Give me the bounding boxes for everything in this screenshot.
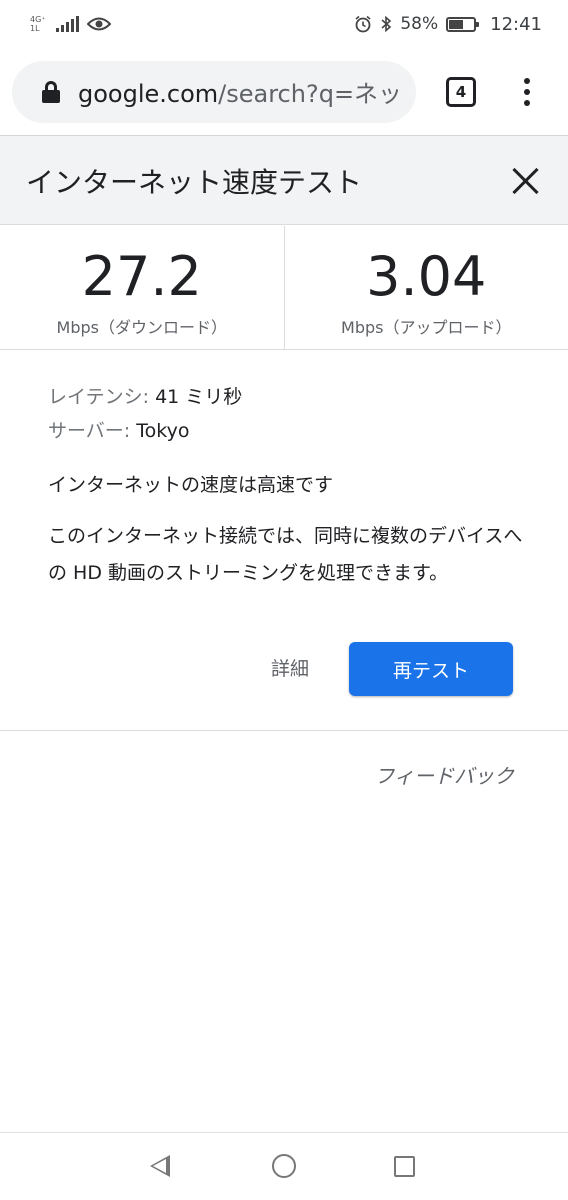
url-path: /search?q=ネット bbox=[218, 80, 398, 108]
signal-icon bbox=[55, 16, 79, 32]
status-left: 4G⁺ 1L bbox=[30, 15, 111, 33]
home-icon[interactable] bbox=[272, 1154, 296, 1178]
upload-speed: 3.04 bbox=[366, 245, 487, 308]
server-label: サーバー: bbox=[48, 420, 131, 442]
speed-summary: インターネットの速度は高速です bbox=[48, 474, 334, 496]
bluetooth-icon bbox=[381, 15, 392, 33]
tab-count: 4 bbox=[455, 82, 467, 101]
page: 4G⁺ 1L 58% 12:41 google.com/search?q=ネッ … bbox=[0, 0, 568, 1200]
network-indicator: 4G⁺ 1L bbox=[30, 15, 46, 33]
tab-switcher-button[interactable]: 4 bbox=[446, 76, 476, 107]
network-type: 4G⁺ bbox=[30, 15, 46, 24]
network-sub: 1L bbox=[30, 24, 40, 33]
speed-description: このインターネット接続では、同時に複数のデバイスへの HD 動画のストリーミング… bbox=[48, 525, 523, 584]
upload-result: 3.04 Mbps（アップロード） bbox=[283, 226, 568, 349]
latency-row: レイテンシ: 41 ミリ秒 bbox=[48, 380, 528, 414]
clock: 12:41 bbox=[490, 13, 542, 35]
url-domain: google.com bbox=[78, 80, 219, 108]
details-button[interactable]: 詳細 bbox=[271, 642, 309, 696]
alarm-icon bbox=[355, 15, 371, 33]
retest-button[interactable]: 再テスト bbox=[349, 642, 513, 696]
latency-label: レイテンシ: bbox=[48, 386, 150, 408]
card-title: インターネット速度テスト bbox=[26, 165, 363, 199]
feedback-link[interactable]: フィードバック bbox=[374, 760, 514, 789]
status-bar: 4G⁺ 1L 58% 12:41 bbox=[0, 0, 568, 48]
battery-icon bbox=[446, 16, 480, 32]
divider bbox=[0, 730, 568, 731]
back-icon[interactable] bbox=[150, 1155, 170, 1177]
latency-value: 41 ミリ秒 bbox=[155, 386, 243, 408]
card-actions: 詳細 再テスト bbox=[0, 642, 568, 696]
browser-toolbar: google.com/search?q=ネット 4 bbox=[0, 48, 568, 136]
more-menu-icon[interactable] bbox=[524, 77, 530, 106]
server-row: サーバー: Tokyo bbox=[48, 414, 528, 448]
speed-details: レイテンシ: 41 ミリ秒 サーバー: Tokyo インターネットの速度は高速で… bbox=[48, 380, 528, 592]
upload-unit: Mbps（アップロード） bbox=[341, 318, 512, 337]
download-speed: 27.2 bbox=[81, 245, 202, 308]
server-value: Tokyo bbox=[136, 420, 190, 442]
lock-icon[interactable] bbox=[42, 80, 60, 103]
battery-percent: 58% bbox=[400, 14, 439, 34]
battery-fill bbox=[449, 19, 464, 29]
navigation-bar bbox=[0, 1132, 568, 1200]
address-bar[interactable]: google.com/search?q=ネット bbox=[12, 60, 416, 123]
status-right: 58% 12:41 bbox=[354, 14, 542, 35]
eye-icon bbox=[86, 17, 111, 31]
close-icon[interactable] bbox=[512, 167, 540, 195]
recents-icon[interactable] bbox=[394, 1156, 415, 1177]
download-unit: Mbps（ダウンロード） bbox=[56, 318, 227, 337]
download-result: 27.2 Mbps（ダウンロード） bbox=[0, 226, 284, 349]
url-text[interactable]: google.com/search?q=ネット bbox=[78, 74, 398, 109]
speed-results: 27.2 Mbps（ダウンロード） 3.04 Mbps（アップロード） bbox=[0, 226, 568, 350]
speed-test-header: インターネット速度テスト bbox=[0, 137, 568, 225]
